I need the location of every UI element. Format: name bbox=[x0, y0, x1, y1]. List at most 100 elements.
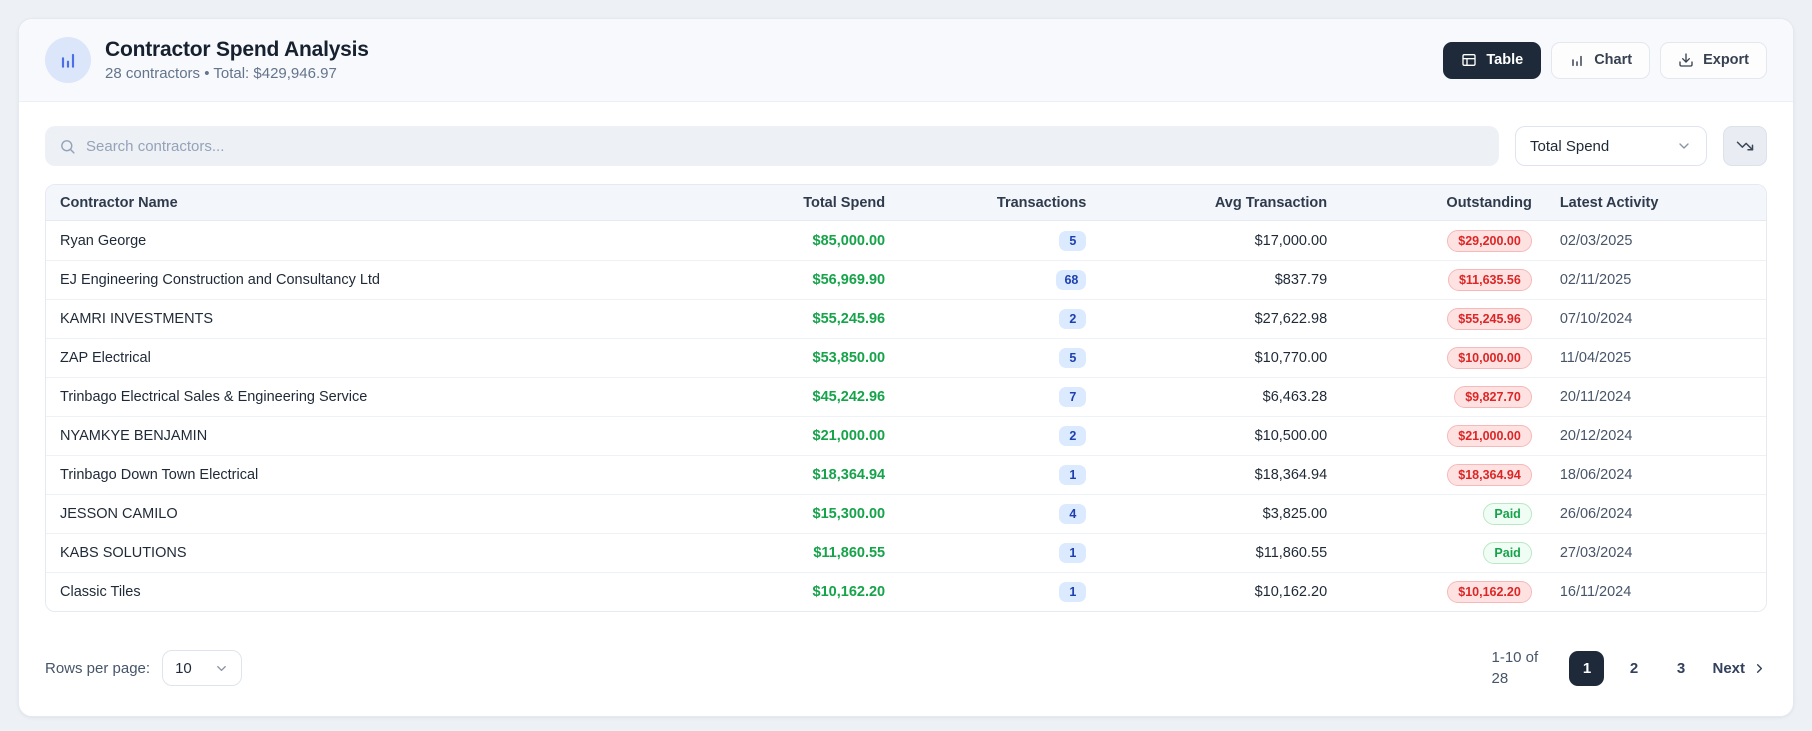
outstanding-badge: $11,635.56 bbox=[1447, 269, 1532, 291]
sort-direction-button[interactable] bbox=[1723, 126, 1767, 166]
next-page-button[interactable]: Next bbox=[1712, 660, 1767, 677]
latest-activity-date: 02/11/2025 bbox=[1559, 272, 1632, 288]
contractor-name-cell: Trinbago Down Town Electrical bbox=[46, 467, 782, 483]
view-toggle-group: Table Chart Export bbox=[1443, 41, 1767, 79]
contractor-name: KAMRI INVESTMENTS bbox=[60, 311, 214, 327]
contractor-name: Ryan George bbox=[60, 232, 147, 249]
transactions-badge: 1 bbox=[1059, 465, 1087, 485]
table-row[interactable]: KABS SOLUTIONS $11,860.55 1 $11,860.55 Paid 2… bbox=[46, 533, 1766, 572]
contractor-spend-card: Contractor Spend Analysis 28 contractors… bbox=[18, 18, 1794, 717]
table-row[interactable]: Trinbago Down Town Electrical $18,364.94 1… bbox=[46, 455, 1766, 494]
pagination-range: 1-10 of 28 bbox=[1491, 648, 1539, 688]
total-spend-value: $85,000.00 bbox=[812, 232, 886, 249]
latest-activity-cell: 16/11/2024 bbox=[1546, 584, 1766, 600]
toolbar: Total Spend bbox=[19, 102, 1793, 184]
column-header-total-spend: Total Spend bbox=[803, 194, 886, 211]
chevron-down-icon bbox=[1676, 138, 1692, 154]
rows-per-page-select[interactable]: 10 bbox=[162, 650, 243, 687]
contractors-table: Contractor Name Total Spend Transactions Av… bbox=[45, 184, 1767, 612]
outstanding-cell: $10,000.00 bbox=[1341, 347, 1546, 369]
avg-transaction-value: $10,770.00 bbox=[1254, 350, 1328, 366]
total-spend-value: $21,000.00 bbox=[812, 428, 886, 444]
contractor-name-cell: JESSON CAMILO bbox=[46, 506, 782, 522]
latest-activity-date: 11/04/2025 bbox=[1559, 350, 1632, 366]
total-spend-cell: $55,245.96 bbox=[782, 310, 899, 328]
trending-down-icon bbox=[1736, 137, 1754, 155]
search-icon bbox=[59, 138, 76, 155]
column-header-avg-transaction: Avg Transaction bbox=[1214, 194, 1328, 211]
outstanding-cell: $29,200.00 bbox=[1341, 229, 1546, 252]
table-row[interactable]: Classic Tiles $10,162.20 1 $10,162.20 $10,16… bbox=[46, 572, 1766, 611]
chart-icon bbox=[1569, 52, 1585, 68]
table-row[interactable]: KAMRI INVESTMENTS $55,245.96 2 $27,622.98 $5… bbox=[46, 299, 1766, 338]
sort-by-select[interactable]: Total Spend bbox=[1515, 126, 1707, 166]
contractor-name: JESSON CAMILO bbox=[60, 506, 178, 522]
contractor-name-cell: KABS SOLUTIONS bbox=[46, 545, 782, 561]
transactions-cell: 68 bbox=[899, 270, 1100, 290]
latest-activity-date: 02/03/2025 bbox=[1559, 232, 1633, 249]
card-header: Contractor Spend Analysis 28 contractors… bbox=[19, 19, 1793, 102]
total-spend-cell: $56,969.90 bbox=[782, 271, 899, 289]
rows-per-page-group: Rows per page: 10 bbox=[45, 650, 243, 687]
transactions-cell: 1 bbox=[899, 465, 1100, 485]
total-spend-cell: $10,162.20 bbox=[782, 583, 899, 601]
search-box[interactable] bbox=[45, 126, 1499, 166]
transactions-badge: 1 bbox=[1059, 582, 1087, 602]
outstanding-badge: $10,162.20 bbox=[1447, 581, 1532, 603]
contractor-name: ZAP Electrical bbox=[60, 350, 151, 366]
transactions-badge: 68 bbox=[1056, 270, 1087, 290]
avg-transaction-cell: $10,162.20 bbox=[1100, 584, 1341, 600]
rows-per-page-value: 10 bbox=[175, 659, 192, 677]
table-row[interactable]: EJ Engineering Construction and Consulta… bbox=[46, 260, 1766, 299]
total-spend-value: $53,850.00 bbox=[812, 350, 886, 366]
outstanding-badge: $55,245.96 bbox=[1447, 308, 1532, 330]
latest-activity-cell: 02/03/2025 bbox=[1546, 233, 1766, 249]
table-view-button[interactable]: Table bbox=[1443, 41, 1542, 79]
total-spend-value: $45,242.96 bbox=[812, 389, 886, 405]
avg-transaction-value: $10,162.20 bbox=[1254, 584, 1328, 600]
contractor-name-cell: ZAP Electrical bbox=[46, 350, 782, 366]
total-spend-value: $11,860.55 bbox=[813, 545, 886, 561]
transactions-badge: 5 bbox=[1059, 348, 1087, 368]
header-text: Contractor Spend Analysis 28 contractors… bbox=[105, 38, 369, 82]
total-spend-value: $15,300.00 bbox=[812, 506, 886, 522]
avg-transaction-value: $17,000.00 bbox=[1254, 232, 1328, 249]
avg-transaction-cell: $10,500.00 bbox=[1100, 428, 1341, 444]
latest-activity-date: 18/06/2024 bbox=[1559, 467, 1633, 483]
outstanding-badge: $10,000.00 bbox=[1447, 347, 1532, 369]
page-button-2[interactable]: 2 bbox=[1616, 651, 1651, 686]
table-row[interactable]: ZAP Electrical $53,850.00 5 $10,770.00 $10,0… bbox=[46, 338, 1766, 377]
total-spend-cell: $85,000.00 bbox=[782, 232, 899, 250]
contractor-name: Trinbago Down Town Electrical bbox=[60, 467, 259, 483]
column-header-latest-activity: Latest Activity bbox=[1559, 194, 1659, 211]
table-row[interactable]: NYAMKYE BENJAMIN $21,000.00 2 $10,500.00 $21… bbox=[46, 416, 1766, 455]
avg-transaction-value: $10,500.00 bbox=[1254, 428, 1328, 444]
header-title-group: Contractor Spend Analysis 28 contractors… bbox=[45, 37, 369, 83]
chart-view-button[interactable]: Chart bbox=[1551, 41, 1651, 79]
transactions-cell: 5 bbox=[899, 230, 1100, 251]
chevron-right-icon bbox=[1752, 661, 1767, 676]
page-button-3[interactable]: 3 bbox=[1663, 651, 1698, 686]
outstanding-badge: $29,200.00 bbox=[1447, 229, 1532, 252]
latest-activity-cell: 02/11/2025 bbox=[1546, 272, 1766, 288]
table-row[interactable]: Ryan George $85,000.00 5 $17,000.00 $29,200.… bbox=[46, 221, 1766, 260]
total-spend-value: $18,364.94 bbox=[812, 467, 886, 483]
latest-activity-cell: 26/06/2024 bbox=[1546, 506, 1766, 522]
outstanding-cell: Paid bbox=[1341, 542, 1546, 564]
outstanding-cell: $21,000.00 bbox=[1341, 425, 1546, 447]
outstanding-badge: $18,364.94 bbox=[1447, 464, 1532, 486]
table-row[interactable]: Trinbago Electrical Sales & Engineering … bbox=[46, 377, 1766, 416]
avg-transaction-cell: $837.79 bbox=[1100, 272, 1341, 288]
table-row[interactable]: JESSON CAMILO $15,300.00 4 $3,825.00 Paid 26/… bbox=[46, 494, 1766, 533]
avg-transaction-cell: $27,622.98 bbox=[1100, 311, 1341, 327]
latest-activity-cell: 27/03/2024 bbox=[1546, 545, 1766, 561]
export-button[interactable]: Export bbox=[1660, 41, 1767, 79]
page-button-1[interactable]: 1 bbox=[1569, 650, 1605, 686]
page-title: Contractor Spend Analysis bbox=[105, 38, 369, 61]
contractor-name-cell: Trinbago Electrical Sales & Engineering … bbox=[46, 389, 782, 405]
latest-activity-date: 27/03/2024 bbox=[1559, 545, 1633, 561]
transactions-badge: 2 bbox=[1059, 426, 1087, 446]
contractor-name-cell: KAMRI INVESTMENTS bbox=[46, 311, 782, 327]
search-input[interactable] bbox=[86, 137, 1485, 155]
transactions-cell: 2 bbox=[899, 426, 1100, 446]
